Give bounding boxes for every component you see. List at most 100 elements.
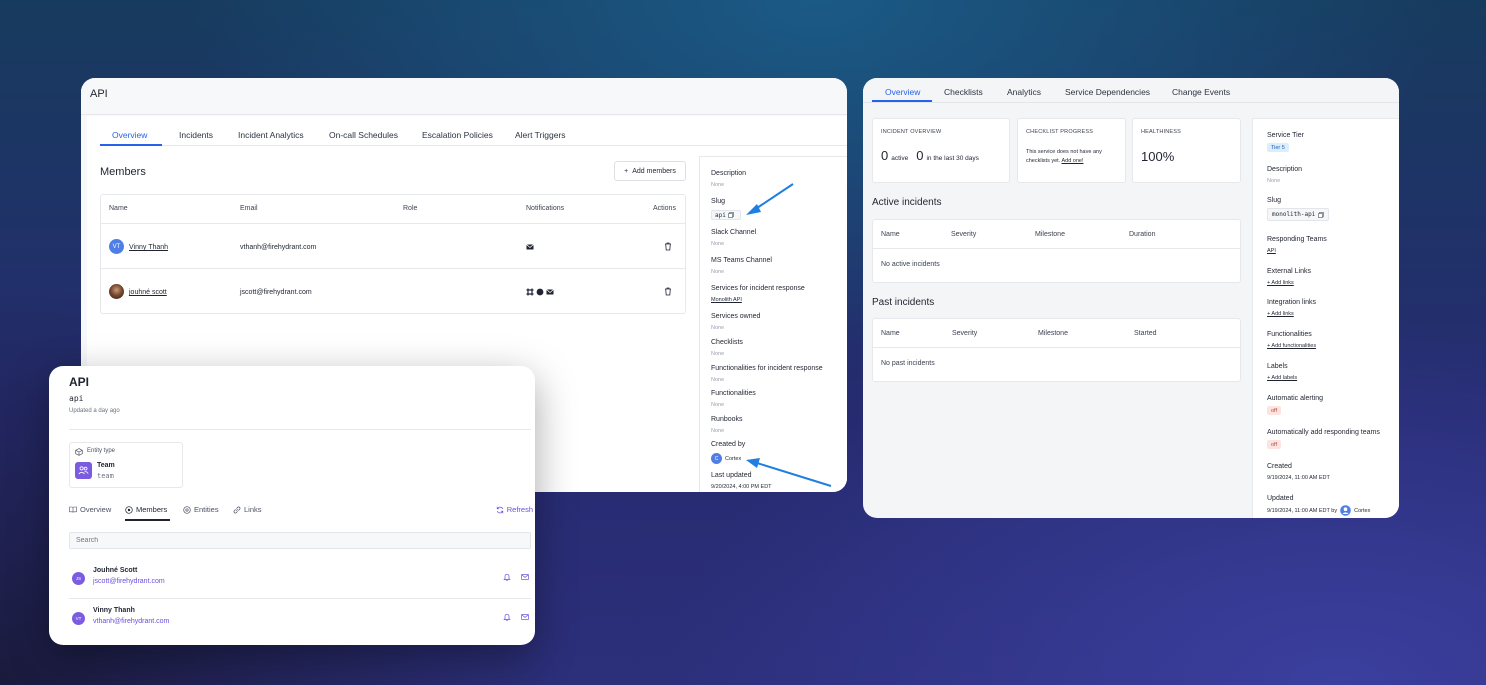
checklists-label: Checklists	[711, 339, 743, 346]
members-table: Name Email Role Notifications Actions VT…	[100, 194, 686, 314]
column-header-milestone: Milestone	[1038, 330, 1068, 337]
team-title: API	[69, 375, 90, 389]
member-email: jscott@firehydrant.com	[240, 289, 312, 296]
divider	[873, 347, 1240, 348]
ms-teams-channel-value: None	[711, 269, 725, 275]
entity-type-box: Entity type Team team	[69, 442, 183, 488]
description-label: Description	[711, 170, 747, 177]
tab-overview[interactable]: Overview	[69, 505, 111, 514]
slug-text: monolith-api	[1272, 211, 1316, 218]
incident-overview-box: INCIDENT OVERVIEW 0 active 0 in the last…	[872, 118, 1010, 183]
cortex-team-card: API api Updated a day ago Entity type Te…	[49, 366, 535, 645]
add-integration-links[interactable]: + Add links	[1267, 311, 1294, 317]
email-icon[interactable]	[521, 613, 529, 621]
functionalities-response-value: None	[711, 377, 725, 383]
slack-icon	[526, 288, 534, 296]
service-tier-badge: Tier 5	[1267, 143, 1289, 152]
add-members-button[interactable]: + Add members	[614, 161, 686, 181]
external-links-label: External Links	[1267, 268, 1311, 275]
responding-team-link[interactable]: API	[1267, 248, 1276, 254]
tab-service-dependencies[interactable]: Service Dependencies	[1065, 87, 1150, 97]
member-email-link[interactable]: vthanh@firehydrant.com	[93, 618, 169, 625]
tab-overview[interactable]: Overview	[885, 87, 920, 97]
integration-links-label: Integration links	[1267, 299, 1317, 306]
checklist-progress-text: This service does not have any checklist…	[1026, 148, 1120, 166]
entity-type-label: Entity type	[87, 448, 116, 454]
avatar	[109, 284, 124, 299]
tab-escalation-policies[interactable]: Escalation Policies	[422, 130, 493, 140]
healthiness-title: HEALTHINESS	[1141, 129, 1181, 135]
divider	[69, 598, 531, 599]
runbooks-value: None	[711, 428, 725, 434]
slack-channel-label: Slack Channel	[711, 229, 757, 236]
healthiness-value: 100%	[1141, 149, 1175, 164]
tab-members[interactable]: Members	[125, 505, 167, 514]
add-labels[interactable]: + Add labels	[1267, 375, 1297, 381]
plus-icon: +	[624, 167, 629, 175]
member-actions	[503, 573, 529, 581]
add-checklist-link[interactable]: Add one!	[1061, 158, 1083, 164]
copy-icon	[1318, 211, 1325, 218]
email-icon[interactable]	[521, 573, 529, 581]
member-actions	[503, 613, 529, 621]
tab-entities-label: Entities	[194, 505, 219, 514]
tab-incidents[interactable]: Incidents	[179, 130, 213, 140]
divider	[69, 429, 531, 430]
remove-member-button[interactable]	[664, 287, 672, 298]
members-icon	[125, 505, 133, 514]
slug-value[interactable]: monolith-api	[1267, 208, 1330, 221]
bell-icon[interactable]	[503, 573, 511, 581]
avatar: JS	[72, 572, 85, 585]
search-input[interactable]	[69, 532, 531, 549]
refresh-label: Refresh	[506, 505, 533, 514]
team-details-sidebar: Description None Slug api Slack Channel …	[699, 156, 847, 492]
tab-incident-analytics[interactable]: Incident Analytics	[238, 130, 304, 140]
description-value: None	[711, 182, 725, 188]
column-header-severity: Severity	[951, 231, 977, 238]
tab-checklists[interactable]: Checklists	[944, 87, 983, 97]
column-header-duration: Duration	[1129, 231, 1156, 238]
description-label: Description	[1267, 166, 1303, 173]
member-email-link[interactable]: jscott@firehydrant.com	[93, 578, 165, 585]
created-value: 9/19/2024, 11:00 AM EDT	[1267, 475, 1330, 481]
slug-label: Slug	[1267, 197, 1282, 204]
member-name-link[interactable]: jouhné scott	[129, 289, 167, 296]
tab-links[interactable]: Links	[233, 505, 262, 514]
member-name-link[interactable]: Vinny Thanh	[129, 244, 168, 251]
refresh-button[interactable]: Refresh	[496, 505, 533, 514]
services-response-label: Services for incident response	[711, 285, 805, 292]
updated-label: Updated	[1267, 495, 1294, 502]
updated-timestamp: Updated a day ago	[69, 408, 120, 414]
no-active-incidents: No active incidents	[881, 261, 940, 268]
tab-analytics[interactable]: Analytics	[1007, 87, 1041, 97]
updated-by: Cortex	[1354, 507, 1371, 514]
team-type-slug: team	[97, 472, 114, 480]
incident-overview-title: INCIDENT OVERVIEW	[881, 129, 942, 135]
auto-add-teams-status: off	[1267, 440, 1282, 449]
tab-change-events[interactable]: Change Events	[1172, 87, 1230, 97]
tab-on-call-schedules[interactable]: On-call Schedules	[329, 130, 398, 140]
avatar: VT	[109, 239, 124, 254]
auto-add-teams-label: Automatically add responding teams	[1267, 429, 1380, 436]
last-updated-label: Last updated	[711, 472, 752, 479]
member-email: vthanh@firehydrant.com	[240, 244, 317, 251]
list-item: VT Vinny Thanh vthanh@firehydrant.com	[69, 602, 531, 640]
runbooks-label: Runbooks	[711, 416, 743, 423]
slug-value[interactable]: api	[711, 210, 741, 220]
updated-value: 9/19/2024, 11:00 AM EDT by	[1267, 507, 1338, 514]
book-icon	[69, 506, 77, 513]
add-external-links[interactable]: + Add links	[1267, 280, 1294, 286]
tab-alert-triggers[interactable]: Alert Triggers	[515, 130, 566, 140]
service-details-sidebar: Service Tier Tier 5 Description None Slu…	[1252, 118, 1399, 518]
add-functionalities[interactable]: + Add functionalities	[1267, 343, 1316, 349]
bell-icon[interactable]	[503, 613, 511, 621]
tab-entities[interactable]: Entities	[183, 505, 219, 514]
services-response-link[interactable]: Monolith API	[711, 297, 742, 303]
cube-icon	[75, 448, 83, 456]
column-header-milestone: Milestone	[1035, 231, 1065, 238]
tab-overview[interactable]: Overview	[112, 130, 147, 140]
functionalities-label: Functionalities	[711, 390, 756, 397]
remove-member-button[interactable]	[664, 242, 672, 253]
avatar: C	[711, 453, 722, 464]
tab-members-label: Members	[136, 505, 168, 514]
